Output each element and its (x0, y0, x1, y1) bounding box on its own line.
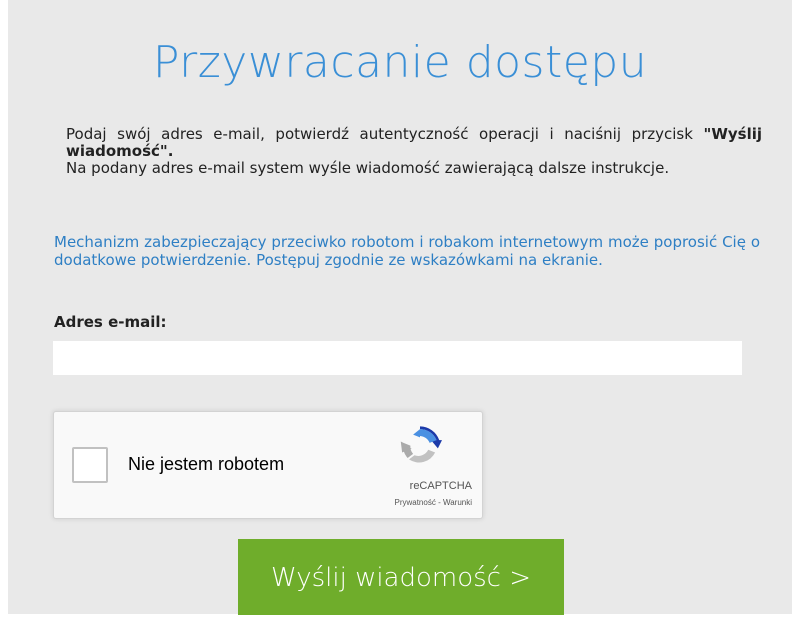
password-recovery-panel: Przywracanie dostępu Podaj swój adres e-… (8, 0, 792, 615)
recaptcha-links: Prywatność - Warunki (394, 498, 472, 507)
robot-protection-note: Mechanizm zabezpieczający przeciwko robo… (54, 233, 760, 269)
instructions-paragraph-1: Podaj swój adres e-mail, potwierdź auten… (66, 126, 762, 160)
page-title: Przywracanie dostępu (152, 37, 648, 88)
recaptcha-widget: Nie jestem robotem reCAPTCHA Prywatność … (53, 411, 483, 519)
email-input[interactable] (53, 341, 742, 375)
privacy-link[interactable]: Prywatność (394, 498, 435, 507)
recaptcha-label: Nie jestem robotem (128, 454, 285, 474)
instructions-paragraph-2: Na podany adres e-mail system wyśle wiad… (66, 159, 670, 177)
instructions-line1: Podaj swój adres e-mail, potwierdź auten… (66, 125, 704, 143)
terms-link[interactable]: Warunki (443, 498, 472, 507)
recaptcha-logo-icon (400, 426, 442, 463)
recaptcha-brand: reCAPTCHA (409, 480, 472, 492)
send-message-button[interactable]: Wyślij wiadomość > (238, 539, 564, 615)
email-label: Adres e-mail: (54, 313, 167, 331)
links-separator: - (435, 498, 443, 507)
instructions-text: Podaj swój adres e-mail, potwierdź auten… (66, 126, 762, 177)
recaptcha-checkbox[interactable] (72, 447, 108, 483)
